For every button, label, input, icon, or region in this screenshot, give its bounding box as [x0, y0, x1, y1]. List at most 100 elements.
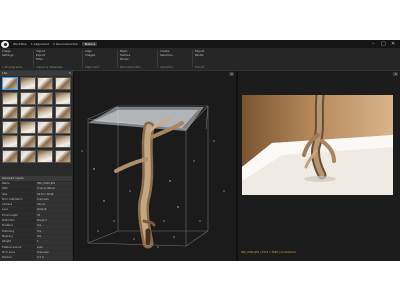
- image-thumbnail[interactable]: [37, 77, 53, 90]
- property-value[interactable]: Yes: [36, 234, 72, 240]
- ribbon-filter-button[interactable]: Filter: [36, 57, 80, 61]
- property-value[interactable]: 1: [36, 240, 72, 245]
- image-thumbnail[interactable]: [19, 77, 36, 90]
- property-key: Weight: [2, 240, 12, 244]
- property-key: Meshing: [2, 234, 13, 238]
- ribbon-divider: [157, 50, 158, 68]
- photo-image: [242, 95, 393, 195]
- ribbon-divider: [82, 50, 83, 68]
- 3d-view[interactable]: ✕: [74, 71, 236, 261]
- images-panel: 1Ds ✕ Selected inputs Name IMG_0000.JPG Pa…: [0, 71, 74, 261]
- ribbon-group-import: Import Export Filter Import & Metadata: [36, 49, 80, 69]
- image-thumbnail[interactable]: [54, 135, 71, 148]
- ribbon-group-label: Alignment: [85, 65, 100, 69]
- image-thumbnail[interactable]: [19, 106, 36, 119]
- ribbon-group-label: Reconstruction: [120, 65, 141, 69]
- image-thumbnail[interactable]: [2, 135, 18, 148]
- ribbon-group-label: Export: [195, 65, 205, 69]
- image-thumbnail[interactable]: [2, 106, 18, 119]
- image-thumbnail[interactable]: [19, 120, 36, 134]
- image-thumbnail[interactable]: [37, 135, 53, 148]
- ribbon-group-alignment: Align Images Alignment: [85, 49, 115, 69]
- maximize-button[interactable]: □: [381, 40, 386, 48]
- property-key: Position: [2, 256, 13, 260]
- tab-reconstruction[interactable]: 2 Reconstruction: [53, 42, 78, 46]
- ribbon-group-export: Export Model Export: [195, 49, 225, 69]
- property-value[interactable]: Default: [36, 208, 72, 213]
- minimize-button[interactable]: –: [372, 40, 375, 48]
- property-value[interactable]: 0 0 0: [36, 256, 72, 261]
- property-key: Enabled: [2, 224, 13, 228]
- ribbon-group-photographs: Image Settings 1 Photographs: [2, 49, 30, 69]
- ribbon-divider: [33, 50, 34, 68]
- ribbon-group-label: Selection: [160, 65, 173, 69]
- image-thumbnail[interactable]: [2, 149, 18, 163]
- properties-table: Name IMG_0000.JPG Path C:\Scan\Wood Size 5472…: [1, 182, 72, 261]
- property-key: Lens: [2, 208, 8, 212]
- image-thumbnail[interactable]: [2, 91, 18, 105]
- property-value[interactable]: Unknown: [36, 250, 72, 256]
- images-panel-title: 1Ds: [2, 71, 8, 75]
- 2d-image-view[interactable]: ✕ IMG_0000.JPG | 5472 x 3648 | Undistort…: [238, 71, 400, 261]
- ribbon-toolbar: Image Settings 1 Photographs Import Expo…: [0, 48, 400, 71]
- image-thumbnail[interactable]: [54, 91, 71, 105]
- property-value[interactable]: Yes: [36, 224, 72, 229]
- images-panel-header: 1Ds ✕: [0, 71, 73, 76]
- property-key: Focal length: [2, 213, 18, 217]
- image-thumbnail[interactable]: [54, 77, 71, 90]
- close-button[interactable]: ✕: [391, 40, 395, 48]
- image-thumbnail[interactable]: [2, 77, 18, 90]
- ribbon-selection-button[interactable]: Selection: [160, 53, 190, 57]
- property-key: Camera: [2, 203, 13, 207]
- image-status-text: IMG_0000.JPG | 5472 x 3648 | Undistorted: [241, 251, 296, 254]
- image-thumbnail-grid: [2, 77, 71, 163]
- ribbon-group-label: 1 Photographs: [2, 65, 23, 69]
- ribbon-model-button[interactable]: Model: [120, 57, 154, 61]
- tab-workflow[interactable]: Workflow: [13, 42, 27, 46]
- property-value[interactable]: 35: [36, 213, 72, 219]
- image-thumbnail[interactable]: [37, 120, 53, 134]
- image-thumbnail[interactable]: [54, 149, 71, 163]
- 3d-view-close-icon[interactable]: ✕: [229, 72, 234, 76]
- tab-alignment[interactable]: 1 Alignment: [31, 42, 49, 46]
- image-thumbnail[interactable]: [19, 91, 36, 105]
- property-value[interactable]: Brown3: [36, 219, 72, 224]
- 2d-view-close-icon[interactable]: ✕: [393, 72, 398, 76]
- sparse-point-cloud: [81, 140, 225, 248]
- property-value[interactable]: Unknown: [36, 197, 72, 203]
- property-value[interactable]: C:\Scan\Wood: [36, 187, 72, 192]
- ribbon-divider: [117, 50, 118, 68]
- ribbon-group-selection: Create Selection Selection: [160, 49, 190, 69]
- property-key: Distortion: [2, 219, 15, 223]
- property-value[interactable]: Canon: [36, 203, 72, 208]
- property-value[interactable]: IMG_0000.JPG: [36, 182, 72, 187]
- property-key: Prior pose: [2, 250, 15, 254]
- image-thumbnail[interactable]: [19, 149, 36, 163]
- title-tabbar: Workflow 1 Alignment 2 Reconstruction Te…: [0, 40, 400, 48]
- property-value[interactable]: 5472 x 3648: [36, 192, 72, 197]
- image-thumbnail[interactable]: [19, 135, 36, 148]
- app-logo-icon[interactable]: [1, 40, 9, 48]
- property-key: Size: [2, 192, 8, 196]
- property-row[interactable]: Position 0 0 0: [1, 256, 72, 261]
- properties-header: Selected inputs: [0, 176, 72, 181]
- image-thumbnail[interactable]: [54, 106, 71, 119]
- source-photo: [242, 95, 393, 195]
- image-thumbnail[interactable]: [37, 91, 53, 105]
- ribbon-divider: [192, 50, 193, 68]
- ribbon-group-reconstruction: Mesh Texture Model Reconstruction: [120, 49, 154, 69]
- property-value[interactable]: Yes: [36, 229, 72, 234]
- property-value[interactable]: Auto: [36, 245, 72, 250]
- 3d-scene[interactable]: [74, 71, 236, 261]
- image-thumbnail[interactable]: [2, 120, 18, 134]
- ribbon-model-export-button[interactable]: Model: [195, 53, 225, 57]
- tab-texture[interactable]: Texture: [82, 42, 98, 46]
- property-key: Texturing: [2, 229, 14, 233]
- image-thumbnail[interactable]: [37, 106, 53, 119]
- image-thumbnail[interactable]: [54, 120, 71, 134]
- ribbon-images-button[interactable]: Images: [85, 53, 115, 57]
- image-thumbnail[interactable]: [37, 149, 53, 163]
- driftwood-model: [114, 117, 184, 249]
- ribbon-settings-button[interactable]: Settings: [2, 53, 30, 57]
- images-panel-close-icon[interactable]: ✕: [69, 71, 71, 76]
